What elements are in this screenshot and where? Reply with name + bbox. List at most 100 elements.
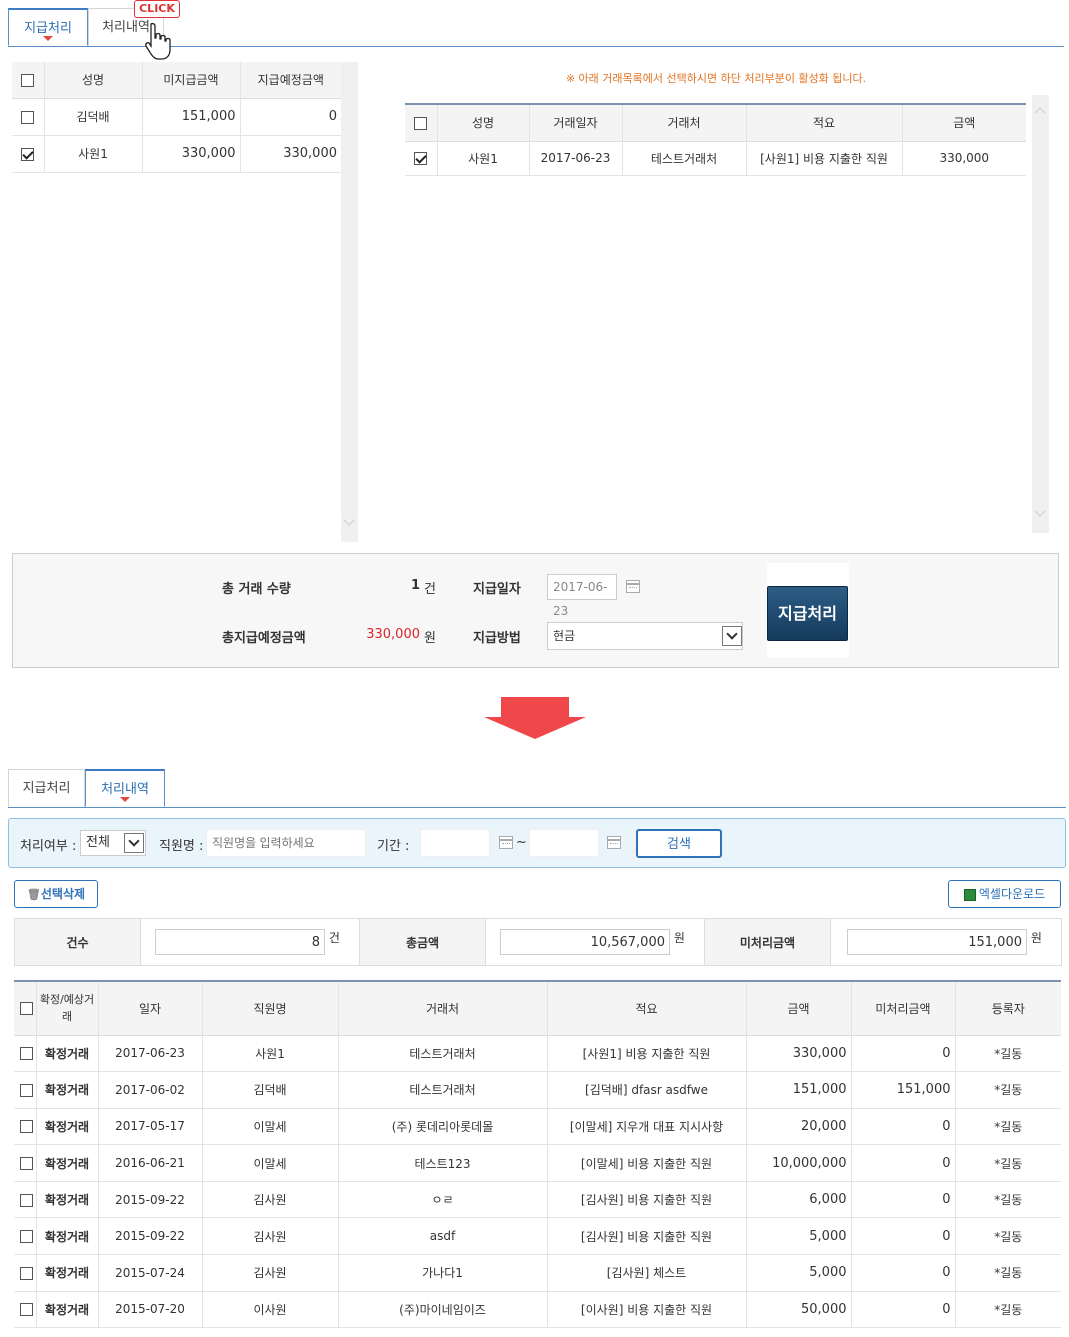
pay-method-select[interactable]: 현금 bbox=[547, 622, 743, 650]
selection-notice: ※ 아래 거래목록에서 선택하시면 하단 처리부분이 활성화 됩니다. bbox=[565, 72, 867, 85]
history-type-link[interactable]: 확정거래 bbox=[35, 1254, 98, 1292]
history-amount: 330,000 bbox=[745, 1035, 851, 1073]
select-all-checkbox[interactable] bbox=[21, 73, 35, 87]
transaction-col-date: 거래일자 bbox=[528, 105, 622, 142]
period-end-input[interactable] bbox=[529, 829, 599, 857]
history-registrant: *길동 bbox=[954, 1071, 1061, 1109]
transaction-col-vendor: 거래처 bbox=[621, 105, 746, 142]
history-col-date: 일자 bbox=[97, 982, 202, 1036]
history-type-link[interactable]: 확정거래 bbox=[35, 1291, 98, 1329]
table-row[interactable]: 김덕배 151,000 0 bbox=[12, 98, 341, 136]
active-tab-caret-icon bbox=[43, 36, 53, 41]
table-row[interactable]: 확정거래 2017-06-02 김덕배 테스트거래처 [김덕배] dfasr asdfw… bbox=[14, 1071, 1061, 1109]
history-type-link[interactable]: 확정거래 bbox=[35, 1108, 98, 1146]
transaction-grid-panel: 성명 거래일자 거래처 적요 금액 사원1 2017-06-23 테스트거래처 … bbox=[405, 103, 1026, 533]
row-checkbox[interactable] bbox=[414, 152, 428, 165]
history-registrant: *길동 bbox=[954, 1217, 1061, 1256]
history-type-link[interactable]: 확정거래 bbox=[35, 1181, 98, 1219]
employee-grid-scrollbar[interactable] bbox=[341, 62, 358, 542]
row-checkbox[interactable] bbox=[20, 1266, 34, 1280]
history-type-link[interactable]: 확정거래 bbox=[35, 1035, 98, 1073]
history-memo: [이말세] 비용 지출한 직원 bbox=[546, 1144, 746, 1182]
calendar-icon[interactable] bbox=[607, 836, 621, 849]
history-registrant: *길동 bbox=[954, 1291, 1061, 1329]
pay-process-button[interactable]: 지급처리 bbox=[767, 586, 848, 641]
status-filter-value: 전체 bbox=[86, 835, 110, 850]
employee-name-label: 직원명 : bbox=[159, 839, 204, 854]
table-row[interactable]: 확정거래 2017-05-17 이말세 (주) 롯데리아롯데몰 [이말세] 지우개 대표… bbox=[14, 1108, 1061, 1146]
table-row[interactable]: 사원1 330,000 330,000 bbox=[12, 135, 341, 173]
employee-select-all[interactable] bbox=[12, 62, 44, 99]
table-row[interactable]: 확정거래 2015-07-20 이사원 (주)마이네임이즈 [이사원] 비용 지출한 직… bbox=[14, 1291, 1061, 1329]
history-col-registrant: 등록자 bbox=[954, 982, 1061, 1036]
history-amount: 6,000 bbox=[745, 1181, 851, 1219]
tab-history[interactable]: 처리내역 bbox=[85, 769, 165, 807]
pay-method-label: 지급방법 bbox=[473, 631, 521, 646]
table-row[interactable]: 사원1 2017-06-23 테스트거래처 [사원1] 비용 지출한 직원 33… bbox=[405, 141, 1026, 176]
history-memo: [김사원] 비용 지출한 직원 bbox=[546, 1217, 746, 1256]
transaction-col-name: 성명 bbox=[436, 105, 529, 142]
table-row[interactable]: 확정거래 2015-09-22 김사원 ㅇㄹ [김사원] 비용 지출한 직원 6,000 0… bbox=[14, 1181, 1061, 1219]
transaction-col-amount: 금액 bbox=[901, 105, 1026, 142]
table-row[interactable]: 확정거래 2017-06-23 사원1 테스트거래처 [사원1] 비용 지출한 직원 33… bbox=[14, 1035, 1061, 1073]
select-all-checkbox[interactable] bbox=[20, 1002, 34, 1016]
tab-pay[interactable]: 지급처리 bbox=[8, 8, 88, 46]
history-date: 2017-06-23 bbox=[97, 1035, 202, 1073]
row-checkbox[interactable] bbox=[21, 147, 35, 161]
table-row[interactable]: 확정거래 2016-06-21 이말세 테스트123 [이말세] 비용 지출한 직원 10… bbox=[14, 1144, 1061, 1182]
totals-amount-unit: 원 bbox=[673, 931, 685, 945]
history-type-link[interactable]: 확정거래 bbox=[35, 1071, 98, 1109]
totals-amount-value: 10,567,000 bbox=[500, 929, 670, 955]
history-type-link[interactable]: 확정거래 bbox=[35, 1144, 98, 1182]
history-amount: 10,000,000 bbox=[745, 1144, 851, 1182]
chevron-down-icon[interactable] bbox=[722, 626, 742, 646]
transaction-grid-scrollbar[interactable] bbox=[1032, 95, 1049, 533]
row-checkbox[interactable] bbox=[20, 1120, 34, 1134]
search-button[interactable]: 검색 bbox=[636, 829, 722, 858]
employee-name: 사원1 bbox=[43, 135, 142, 173]
row-checkbox[interactable] bbox=[20, 1230, 34, 1244]
history-type-link[interactable]: 확정거래 bbox=[35, 1217, 98, 1256]
table-row[interactable]: 확정거래 2015-07-24 김사원 가나다1 [김사원] 체스트 5,000 0 *길동 bbox=[14, 1254, 1061, 1292]
row-checkbox[interactable] bbox=[20, 1157, 34, 1171]
total-count-unit: 건 bbox=[424, 582, 436, 597]
history-amount: 151,000 bbox=[745, 1071, 851, 1109]
calendar-icon[interactable] bbox=[499, 836, 513, 849]
history-memo: [김사원] 체스트 bbox=[546, 1254, 746, 1292]
totals-table: 건수 8 건 총금액 10,567,000 원 미처리금액 151,000 원 bbox=[14, 918, 1062, 966]
period-start-input[interactable] bbox=[420, 829, 490, 857]
history-unprocessed: 151,000 bbox=[850, 1071, 955, 1109]
totals-count-value: 8 bbox=[155, 929, 325, 955]
history-unprocessed: 0 bbox=[850, 1144, 955, 1182]
employee-name-input[interactable] bbox=[206, 829, 366, 857]
history-memo: [이말세] 지우개 대표 지시사항 bbox=[546, 1108, 746, 1146]
scroll-down-icon[interactable] bbox=[1034, 505, 1046, 517]
row-checkbox[interactable] bbox=[21, 110, 35, 124]
tab-pay[interactable]: 지급처리 bbox=[8, 769, 85, 807]
excel-download-label: 엑셀다운로드 bbox=[978, 887, 1046, 901]
history-vendor: ㅇㄹ bbox=[337, 1181, 547, 1219]
row-checkbox[interactable] bbox=[20, 1193, 34, 1207]
delete-selected-button[interactable]: 🗑선택삭제 bbox=[14, 880, 98, 908]
history-employee: 김사원 bbox=[201, 1254, 338, 1292]
row-checkbox[interactable] bbox=[20, 1083, 34, 1097]
history-registrant: *길동 bbox=[954, 1035, 1061, 1073]
chevron-down-icon[interactable] bbox=[124, 833, 144, 853]
period-tilde: ~ bbox=[516, 835, 527, 850]
row-checkbox[interactable] bbox=[20, 1047, 34, 1061]
calendar-icon[interactable] bbox=[626, 580, 640, 593]
table-row[interactable]: 확정거래 2015-09-22 김사원 asdf [김사원] 비용 지출한 직원 5,00… bbox=[14, 1217, 1061, 1256]
row-checkbox[interactable] bbox=[20, 1303, 34, 1317]
pay-date-input[interactable]: 2017-06-23 bbox=[547, 574, 617, 618]
scroll-down-icon[interactable] bbox=[343, 514, 355, 526]
scroll-up-icon[interactable] bbox=[1034, 107, 1046, 119]
transaction-date: 2017-06-23 bbox=[528, 141, 622, 176]
history-registrant: *길동 bbox=[954, 1108, 1061, 1146]
history-employee: 이사원 bbox=[201, 1291, 338, 1329]
excel-download-button[interactable]: 엑셀다운로드 bbox=[948, 880, 1061, 908]
history-unprocessed: 0 bbox=[850, 1108, 955, 1146]
history-memo: [김사원] 비용 지출한 직원 bbox=[546, 1181, 746, 1219]
select-all-checkbox[interactable] bbox=[414, 116, 428, 130]
history-unprocessed: 0 bbox=[850, 1291, 955, 1329]
bottom-tab-bar: 지급처리 처리내역 bbox=[8, 769, 1066, 809]
